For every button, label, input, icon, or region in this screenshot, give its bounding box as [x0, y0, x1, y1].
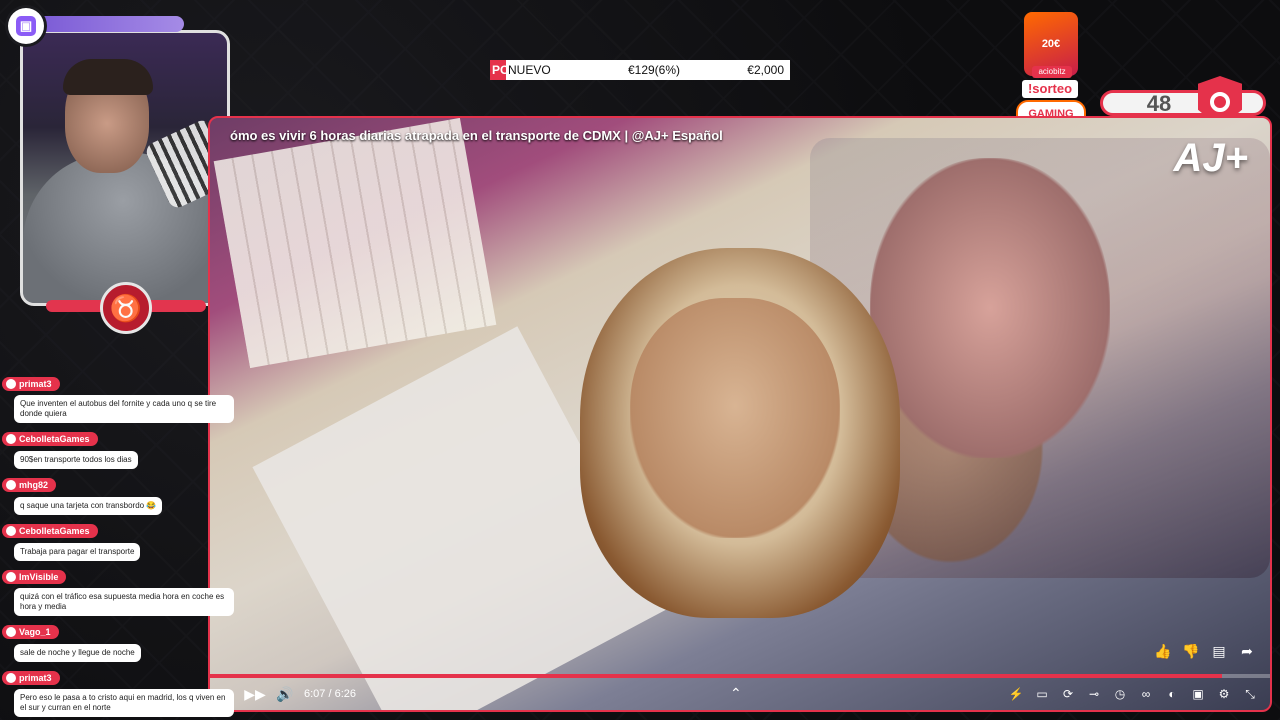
ticker-price: €2,000	[747, 63, 784, 77]
avatar	[6, 434, 16, 444]
chat-text: Pero eso le pasa a to cristo aqui en mad…	[14, 689, 234, 717]
fullscreen-exit-icon[interactable]: ⤡	[1240, 684, 1260, 704]
chat-message: mhg82 q saque una tarjeta con transbordo …	[2, 477, 234, 515]
avatar	[6, 627, 16, 637]
avatar	[6, 673, 16, 683]
ig-price: 20€	[1041, 38, 1061, 50]
video-painted-face	[630, 298, 840, 538]
chat-user-badge[interactable]: primat3	[2, 377, 60, 391]
ig-label: aciobitz	[1032, 66, 1072, 78]
avatar	[6, 572, 16, 582]
chat-user-badge[interactable]: Vago_1	[2, 625, 59, 639]
video-papers	[213, 118, 497, 369]
chat-message: Vago_1sale de noche y llegue de noche	[2, 624, 234, 662]
aj-logo: AJ+	[1173, 136, 1249, 180]
chat-user-badge[interactable]: primat3	[2, 671, 60, 685]
chat-text: 90$en transporte todos los dias	[14, 451, 138, 469]
subtitles-icon[interactable]: ▣	[1188, 684, 1208, 704]
streamer-hair	[63, 59, 153, 95]
video-action-bar: 👍 👎 ▤ ➦	[1154, 642, 1256, 660]
dislike-icon[interactable]: 👎	[1182, 642, 1200, 660]
chat-text: Que inventen el autobus del fornite y ca…	[14, 395, 234, 423]
link-icon[interactable]: ∞	[1136, 684, 1156, 704]
chat-text: quizá con el tráfico esa supuesta media …	[14, 588, 234, 616]
gear-icon[interactable]: ⚙	[1214, 684, 1234, 704]
top-progress-bar	[40, 16, 184, 32]
share-icon[interactable]: ➦	[1238, 642, 1256, 660]
ticker-tag: PC	[490, 60, 506, 80]
avatar	[6, 480, 16, 490]
stream-overlay: ▣ ♉ PC NUEVO €129(6%) €2,000 20€ aciobit…	[0, 0, 1280, 720]
avatar	[6, 526, 16, 536]
chat-message: primat3 Pero eso le pasa a to cristo aqui…	[2, 670, 234, 717]
price-ticker: PC NUEVO €129(6%) €2,000	[490, 60, 790, 80]
chat-panel: primat3 Que inventen el autobus del forni…	[2, 376, 234, 720]
sorteo-label: !sorteo	[1022, 80, 1078, 98]
bull-logo: ♉	[100, 282, 152, 334]
chat-user-badge[interactable]: ImVisible	[2, 570, 67, 584]
chat-username[interactable]: primat3	[19, 673, 52, 683]
avatar	[6, 379, 16, 389]
chat-username[interactable]: primat3	[19, 379, 52, 389]
webcam-feed	[20, 30, 230, 306]
miniplayer-icon[interactable]: ▭	[1032, 684, 1052, 704]
chat-message: primat3 Que inventen el autobus del forni…	[2, 376, 234, 423]
chat-username[interactable]: ImVisible	[19, 572, 58, 582]
chat-username[interactable]: mhg82	[19, 480, 48, 490]
chat-message: ImVisible quizá con el tráfico esa supues…	[2, 569, 234, 616]
comment-icon[interactable]: ▤	[1210, 642, 1228, 660]
chat-message: CebolletaGames Trabaja para pagar el tran…	[2, 523, 234, 561]
chat-username[interactable]: CebolletaGames	[19, 434, 90, 444]
chat-user-badge[interactable]: mhg82	[2, 478, 57, 492]
speed-icon[interactable]: ◷	[1110, 684, 1130, 704]
video-portrait-face	[870, 158, 1110, 458]
video-time: 6:07 / 6:26	[304, 688, 356, 700]
chat-message: CebolletaGames 90$en transporte todos los…	[2, 431, 234, 469]
chat-username[interactable]: CebolletaGames	[19, 526, 90, 536]
player-settings-bar: ⚡ ▭ ⟳ ⊸ ◷ ∞ ◐ ▣ ⚙ ⤡	[1006, 684, 1260, 704]
chevron-up-icon[interactable]: ⌃	[730, 685, 742, 702]
kick-icon: ▣	[16, 16, 36, 36]
video-title: ómo es vivir 6 horas diarias atrapada en…	[230, 128, 723, 143]
counter-value: 48	[1146, 91, 1172, 116]
toggle-icon[interactable]: ◐	[1162, 684, 1182, 704]
bolt-icon[interactable]: ⚡	[1006, 684, 1026, 704]
chat-user-badge[interactable]: CebolletaGames	[2, 524, 98, 538]
ticker-pct: €129(6%)	[627, 63, 681, 77]
video-player[interactable]: ómo es vivir 6 horas diarias atrapada en…	[208, 116, 1272, 712]
chat-text: sale de noche y llegue de noche	[14, 644, 141, 662]
bull-icon: ♉	[109, 292, 143, 323]
channel-logo-badge: ▣	[8, 8, 44, 44]
volume-icon[interactable]: 🔊	[274, 684, 296, 704]
chat-text: q saque una tarjeta con transbordo 😂	[14, 497, 163, 515]
chat-user-badge[interactable]: CebolletaGames	[2, 432, 98, 446]
chat-text: Trabaja para pagar el transporte	[14, 543, 141, 561]
like-icon[interactable]: 👍	[1154, 642, 1172, 660]
ticker-name: NUEVO	[508, 63, 551, 77]
pin-icon[interactable]: ⊸	[1084, 684, 1104, 704]
next-icon[interactable]: ▶▶	[244, 684, 266, 704]
loop-icon[interactable]: ⟳	[1058, 684, 1078, 704]
chat-username[interactable]: Vago_1	[19, 627, 51, 637]
